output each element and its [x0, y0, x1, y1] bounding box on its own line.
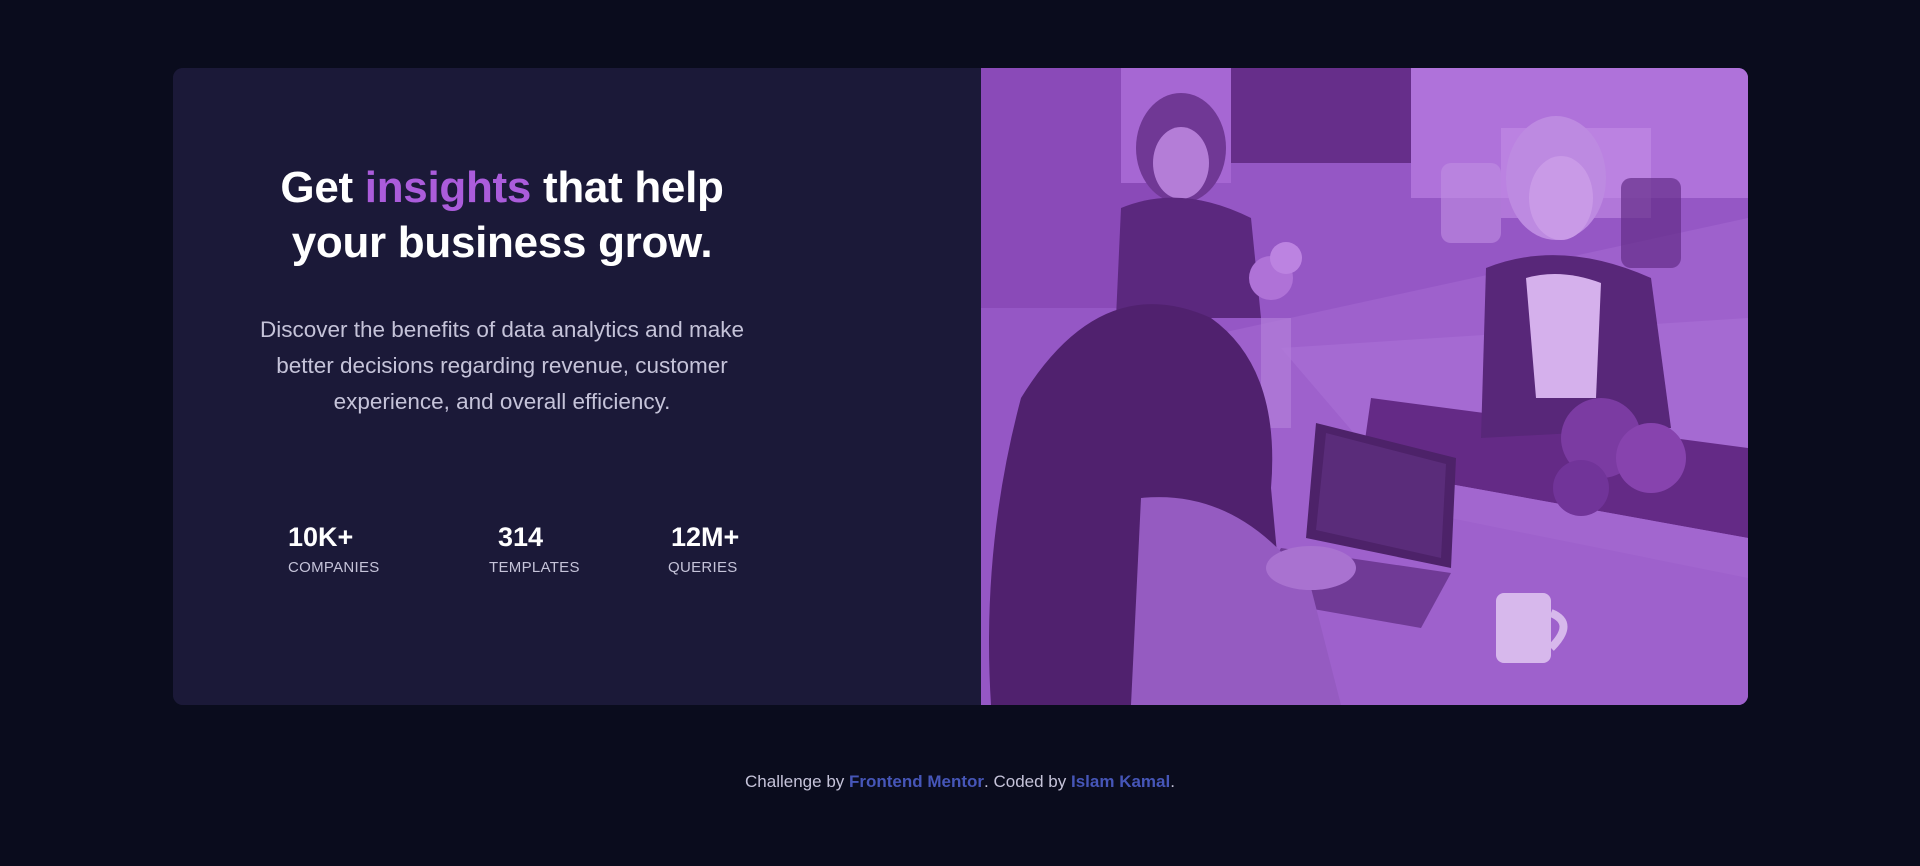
author-link[interactable]: Islam Kamal — [1071, 772, 1170, 791]
stats-preview-card: Get insights that help your business gro… — [173, 68, 1748, 705]
stat-templates: 314 TEMPLATES — [489, 520, 580, 578]
header-image — [981, 68, 1748, 705]
stat-label: TEMPLATES — [489, 559, 580, 576]
stat-queries: 12M+ QUERIES — [668, 520, 739, 578]
stat-label: QUERIES — [668, 559, 738, 576]
stat-label: COMPANIES — [288, 559, 380, 576]
heading-accent: insights — [364, 163, 532, 212]
stats-list: 10K+ COMPANIES 314 TEMPLATES 12M+ QUERIE… — [284, 520, 754, 590]
office-team-photo — [981, 68, 1748, 705]
stat-value: 12M+ — [671, 522, 740, 552]
attribution-footer: Challenge by Frontend Mentor. Coded by I… — [0, 770, 1920, 794]
stat-companies: 10K+ COMPANIES — [288, 520, 380, 578]
frontend-mentor-link[interactable]: Frontend Mentor — [849, 772, 984, 791]
footer-suffix: . — [1170, 772, 1175, 791]
page: Get insights that help your business gro… — [0, 0, 1920, 866]
card-content: Get insights that help your business gro… — [173, 68, 981, 705]
heading-prefix: Get — [280, 163, 365, 212]
footer-middle: . Coded by — [984, 772, 1071, 791]
stat-value: 314 — [498, 522, 544, 552]
footer-prefix: Challenge by — [745, 772, 849, 791]
hero-description: Discover the benefits of data analytics … — [259, 317, 744, 414]
stat-value: 10K+ — [288, 522, 354, 552]
page-title: Get insights that help your business gro… — [252, 160, 752, 270]
